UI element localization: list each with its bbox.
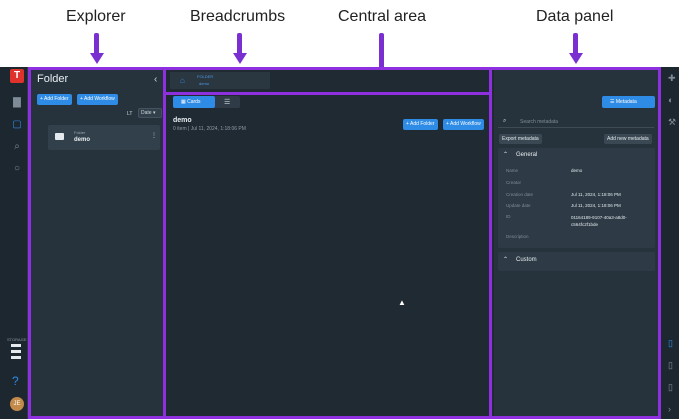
- annotation-datapanel: Data panel: [536, 8, 614, 25]
- arrow-head-explorer: [90, 53, 104, 64]
- annotation-breadcrumbs: Breadcrumbs: [190, 8, 286, 25]
- storage-bar-1: [11, 344, 21, 347]
- general-section-title[interactable]: General: [516, 152, 537, 158]
- field-label-id: ID: [506, 214, 511, 219]
- metadata-button-label: Metadata: [615, 99, 637, 105]
- panel-left-icon[interactable]: ▯: [668, 382, 673, 393]
- explorer-title: Folder: [37, 73, 69, 85]
- avatar[interactable]: JE: [10, 397, 24, 411]
- tools-icon[interactable]: ⚒: [668, 117, 676, 128]
- arrow-head-breadcrumbs: [233, 53, 247, 64]
- field-value-update-date: Jul 11, 2024, 1:18:06 PM: [571, 203, 621, 208]
- tag-search-icon[interactable]: ○: [11, 163, 23, 175]
- folder-nav-icon[interactable]: ▢: [11, 119, 23, 131]
- arrow-head-datapanel: [569, 53, 583, 64]
- field-label-update-date: Update date: [506, 203, 531, 208]
- chevron-up-icon[interactable]: ⌃: [503, 256, 508, 263]
- list-view-icon[interactable]: ☰: [224, 98, 230, 106]
- folder-title: demo: [173, 117, 192, 124]
- central-add-workflow-button[interactable]: + Add Workflow: [443, 119, 484, 130]
- storage-bar-2: [11, 350, 21, 353]
- annotation-central: Central area: [338, 8, 427, 25]
- storage-bar-3: [11, 356, 21, 359]
- folder-item-type: Folder: [74, 130, 86, 135]
- breadcrumb[interactable]: [170, 72, 270, 89]
- breadcrumb-type: FOLDER: [197, 74, 214, 79]
- field-label-name: Name: [506, 168, 519, 173]
- arrow-breadcrumbs: [237, 33, 242, 55]
- kebab-menu-icon[interactable]: ⋮: [151, 132, 157, 139]
- search-icon: ⌕: [503, 118, 507, 124]
- folder-item-name: demo: [74, 137, 91, 143]
- explorer-panel: [28, 67, 163, 419]
- breadcrumb-name[interactable]: demo: [199, 81, 209, 86]
- cards-view-button[interactable]: ▦ Cards: [173, 96, 215, 108]
- metadata-button[interactable]: ☰ Metadata: [602, 96, 655, 108]
- home-icon[interactable]: ⌂: [180, 76, 185, 85]
- sort-direction-toggle[interactable]: LT: [127, 111, 132, 117]
- search-icon[interactable]: ⌕: [11, 141, 23, 153]
- folder-meta: 0 item | Jul 11, 2024, 1:18:06 PM: [173, 126, 246, 132]
- general-section: [498, 148, 655, 248]
- storage-label: STORAGE: [7, 337, 27, 342]
- panel-split-icon[interactable]: ▯: [668, 360, 673, 371]
- field-value-name: demo: [571, 168, 583, 173]
- compass-icon[interactable]: ◐: [668, 95, 673, 105]
- help-icon[interactable]: ?: [12, 374, 19, 388]
- folder-list-item[interactable]: [48, 125, 160, 150]
- mouse-cursor-icon: ▲: [398, 298, 406, 307]
- sort-select-value: Date: [141, 110, 152, 116]
- export-metadata-button[interactable]: Export metadata: [499, 134, 542, 144]
- field-label-creation-date: Creation date: [506, 192, 534, 197]
- collapse-chevron-icon[interactable]: ‹: [154, 74, 157, 85]
- arrow-datapanel: [573, 33, 578, 55]
- custom-section-title[interactable]: Custom: [516, 257, 537, 263]
- central-area: [166, 94, 489, 417]
- chart-icon[interactable]: ▇: [11, 97, 23, 109]
- field-label-description: Description: [506, 234, 529, 239]
- field-value-creation-date: Jul 11, 2024, 1:18:06 PM: [571, 192, 621, 197]
- folder-icon: [55, 133, 64, 140]
- metadata-search-placeholder: Search metadata: [520, 119, 559, 125]
- add-user-icon[interactable]: ✚: [668, 73, 676, 84]
- sort-select[interactable]: Date ▾: [138, 108, 162, 118]
- arrow-explorer: [94, 33, 99, 55]
- app-logo[interactable]: T: [10, 69, 24, 83]
- central-add-folder-button[interactable]: + Add Folder: [403, 119, 438, 130]
- cards-view-label: Cards: [187, 99, 201, 105]
- add-folder-button[interactable]: + Add Folder: [37, 94, 72, 105]
- annotation-explorer: Explorer: [66, 8, 126, 25]
- add-workflow-button[interactable]: + Add Workflow: [77, 94, 118, 105]
- field-value-id: 01164189-9107-40a3-a8d0-c564fc2f1bde: [571, 215, 627, 227]
- panel-right-icon[interactable]: ▯: [668, 338, 673, 349]
- chevron-right-icon[interactable]: ›: [668, 404, 671, 414]
- add-new-metadata-button[interactable]: Add new metadata: [604, 134, 652, 144]
- chevron-up-icon[interactable]: ⌃: [503, 151, 508, 158]
- field-label-creator: Creator: [506, 180, 522, 185]
